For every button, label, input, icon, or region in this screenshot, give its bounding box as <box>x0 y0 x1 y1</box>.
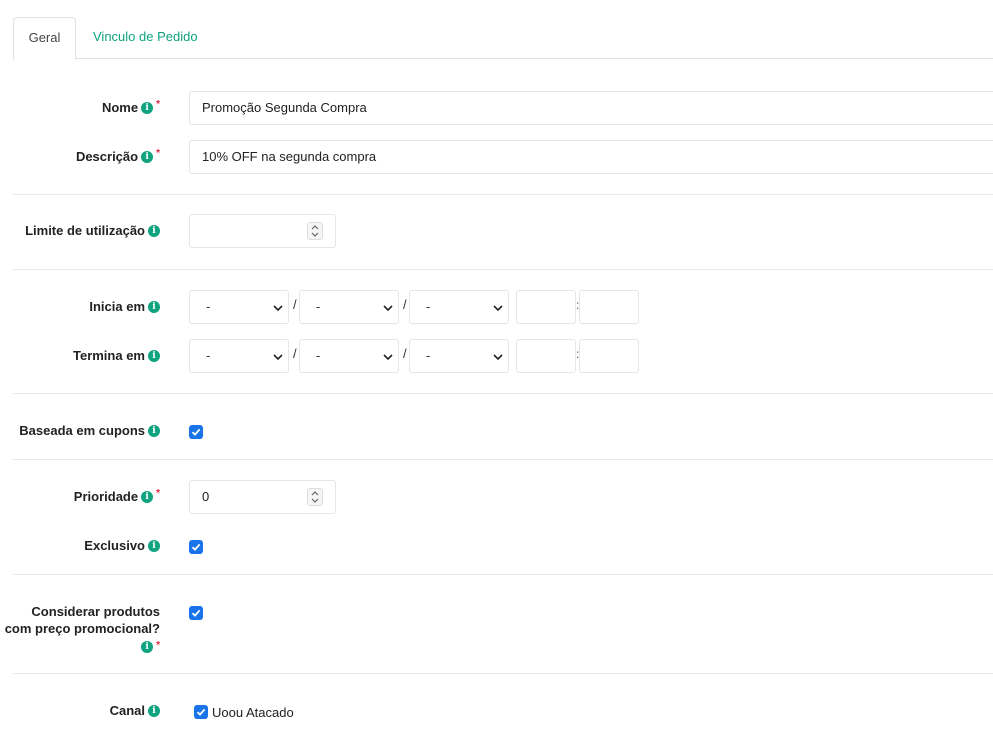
select-value: - <box>206 348 211 363</box>
info-icon[interactable]: i <box>141 640 154 653</box>
termina-minute-input[interactable] <box>579 339 639 373</box>
date-separator: / <box>403 346 407 361</box>
descricao-input-value: 10% OFF na segunda compra <box>202 149 377 164</box>
prioridade-input[interactable]: 0 <box>189 480 336 514</box>
inicia-label: Inicia em i <box>89 298 160 314</box>
chevron-down-icon <box>383 354 393 361</box>
select-value: - <box>426 299 431 314</box>
date-separator: / <box>403 297 407 312</box>
info-icon[interactable]: i <box>148 704 160 717</box>
descricao-input[interactable]: 10% OFF na segunda compra <box>189 140 993 174</box>
inicia-minute-input[interactable] <box>579 290 639 324</box>
canal-uoou-atacado-checkbox[interactable] <box>194 705 208 719</box>
divider <box>13 459 993 460</box>
tab-bar: Geral Vinculo de Pedido <box>13 17 993 60</box>
check-icon <box>191 428 201 436</box>
exclusivo-label: Exclusivo i <box>84 537 160 553</box>
nome-input-value: Promoção Segunda Compra <box>202 100 367 115</box>
info-icon[interactable]: i <box>148 539 160 552</box>
considerar-checkbox[interactable] <box>189 606 203 620</box>
cupons-label-text: Baseada em cupons <box>19 423 145 439</box>
divider <box>13 393 993 394</box>
termina-month-select[interactable]: - <box>299 339 399 373</box>
chevron-down-icon <box>273 354 283 361</box>
nome-label-text: Nome <box>101 100 139 116</box>
termina-label-text: Termina em <box>72 348 145 364</box>
limite-input[interactable] <box>189 214 336 248</box>
date-separator: / <box>293 297 297 312</box>
check-icon <box>191 609 201 617</box>
number-spinner-icon[interactable] <box>307 222 323 240</box>
info-icon[interactable]: i <box>148 300 160 313</box>
descricao-label: Descrição i * <box>76 148 160 164</box>
info-icon[interactable]: i <box>141 150 154 163</box>
inicia-month-select[interactable]: - <box>299 290 399 324</box>
number-spinner-icon[interactable] <box>307 488 323 506</box>
termina-day-select[interactable]: - <box>189 339 289 373</box>
canal-option-label[interactable]: Uoou Atacado <box>212 705 294 720</box>
required-marker: * <box>156 99 160 110</box>
divider <box>13 673 993 674</box>
select-value: - <box>316 299 321 314</box>
info-icon[interactable]: i <box>141 101 154 114</box>
inicia-day-select[interactable]: - <box>189 290 289 324</box>
check-icon <box>191 543 201 551</box>
chevron-down-icon <box>273 305 283 312</box>
descricao-label-text: Descrição <box>75 149 139 165</box>
required-marker: * <box>156 488 160 499</box>
required-marker: * <box>156 640 160 651</box>
considerar-label-line2: com preço promocional? <box>4 621 160 636</box>
termina-hour-input[interactable] <box>516 339 576 373</box>
canal-label-text: Canal <box>109 703 145 719</box>
divider <box>13 574 993 575</box>
date-separator: / <box>293 346 297 361</box>
info-icon[interactable]: i <box>148 224 160 237</box>
select-value: - <box>206 299 211 314</box>
considerar-label-line1: Considerar produtos <box>31 604 160 619</box>
cupons-checkbox[interactable] <box>189 425 203 439</box>
exclusivo-checkbox[interactable] <box>189 540 203 554</box>
nome-label: Nome i * <box>102 99 160 115</box>
inicia-label-text: Inicia em <box>89 299 145 315</box>
limite-label-text: Limite de utilização <box>25 223 145 239</box>
cupons-label: Baseada em cupons i <box>19 422 160 438</box>
canal-label: Canal i <box>110 702 160 718</box>
select-value: - <box>316 348 321 363</box>
chevron-down-icon <box>493 305 503 312</box>
nome-input[interactable]: Promoção Segunda Compra <box>189 91 993 125</box>
select-value: - <box>426 348 431 363</box>
termina-year-select[interactable]: - <box>409 339 509 373</box>
info-icon[interactable]: i <box>148 349 160 362</box>
prioridade-input-value: 0 <box>202 489 210 504</box>
limite-label: Limite de utilização i <box>25 222 160 238</box>
prioridade-label-text: Prioridade <box>73 489 139 505</box>
prioridade-label: Prioridade i * <box>74 488 160 504</box>
divider <box>13 194 993 195</box>
info-icon[interactable]: i <box>148 424 160 437</box>
inicia-year-select[interactable]: - <box>409 290 509 324</box>
chevron-down-icon <box>383 305 393 312</box>
termina-label: Termina em i <box>73 347 160 363</box>
considerar-label: Considerar produtos com preço promociona… <box>5 603 160 654</box>
check-icon <box>196 708 206 716</box>
info-icon[interactable]: i <box>141 490 154 503</box>
exclusivo-label-text: Exclusivo <box>84 538 145 554</box>
tab-vinculo-de-pedido[interactable]: Vinculo de Pedido <box>93 17 198 57</box>
divider <box>13 269 993 270</box>
inicia-hour-input[interactable] <box>516 290 576 324</box>
chevron-down-icon <box>493 354 503 361</box>
tab-geral[interactable]: Geral <box>13 17 76 60</box>
required-marker: * <box>156 148 160 159</box>
